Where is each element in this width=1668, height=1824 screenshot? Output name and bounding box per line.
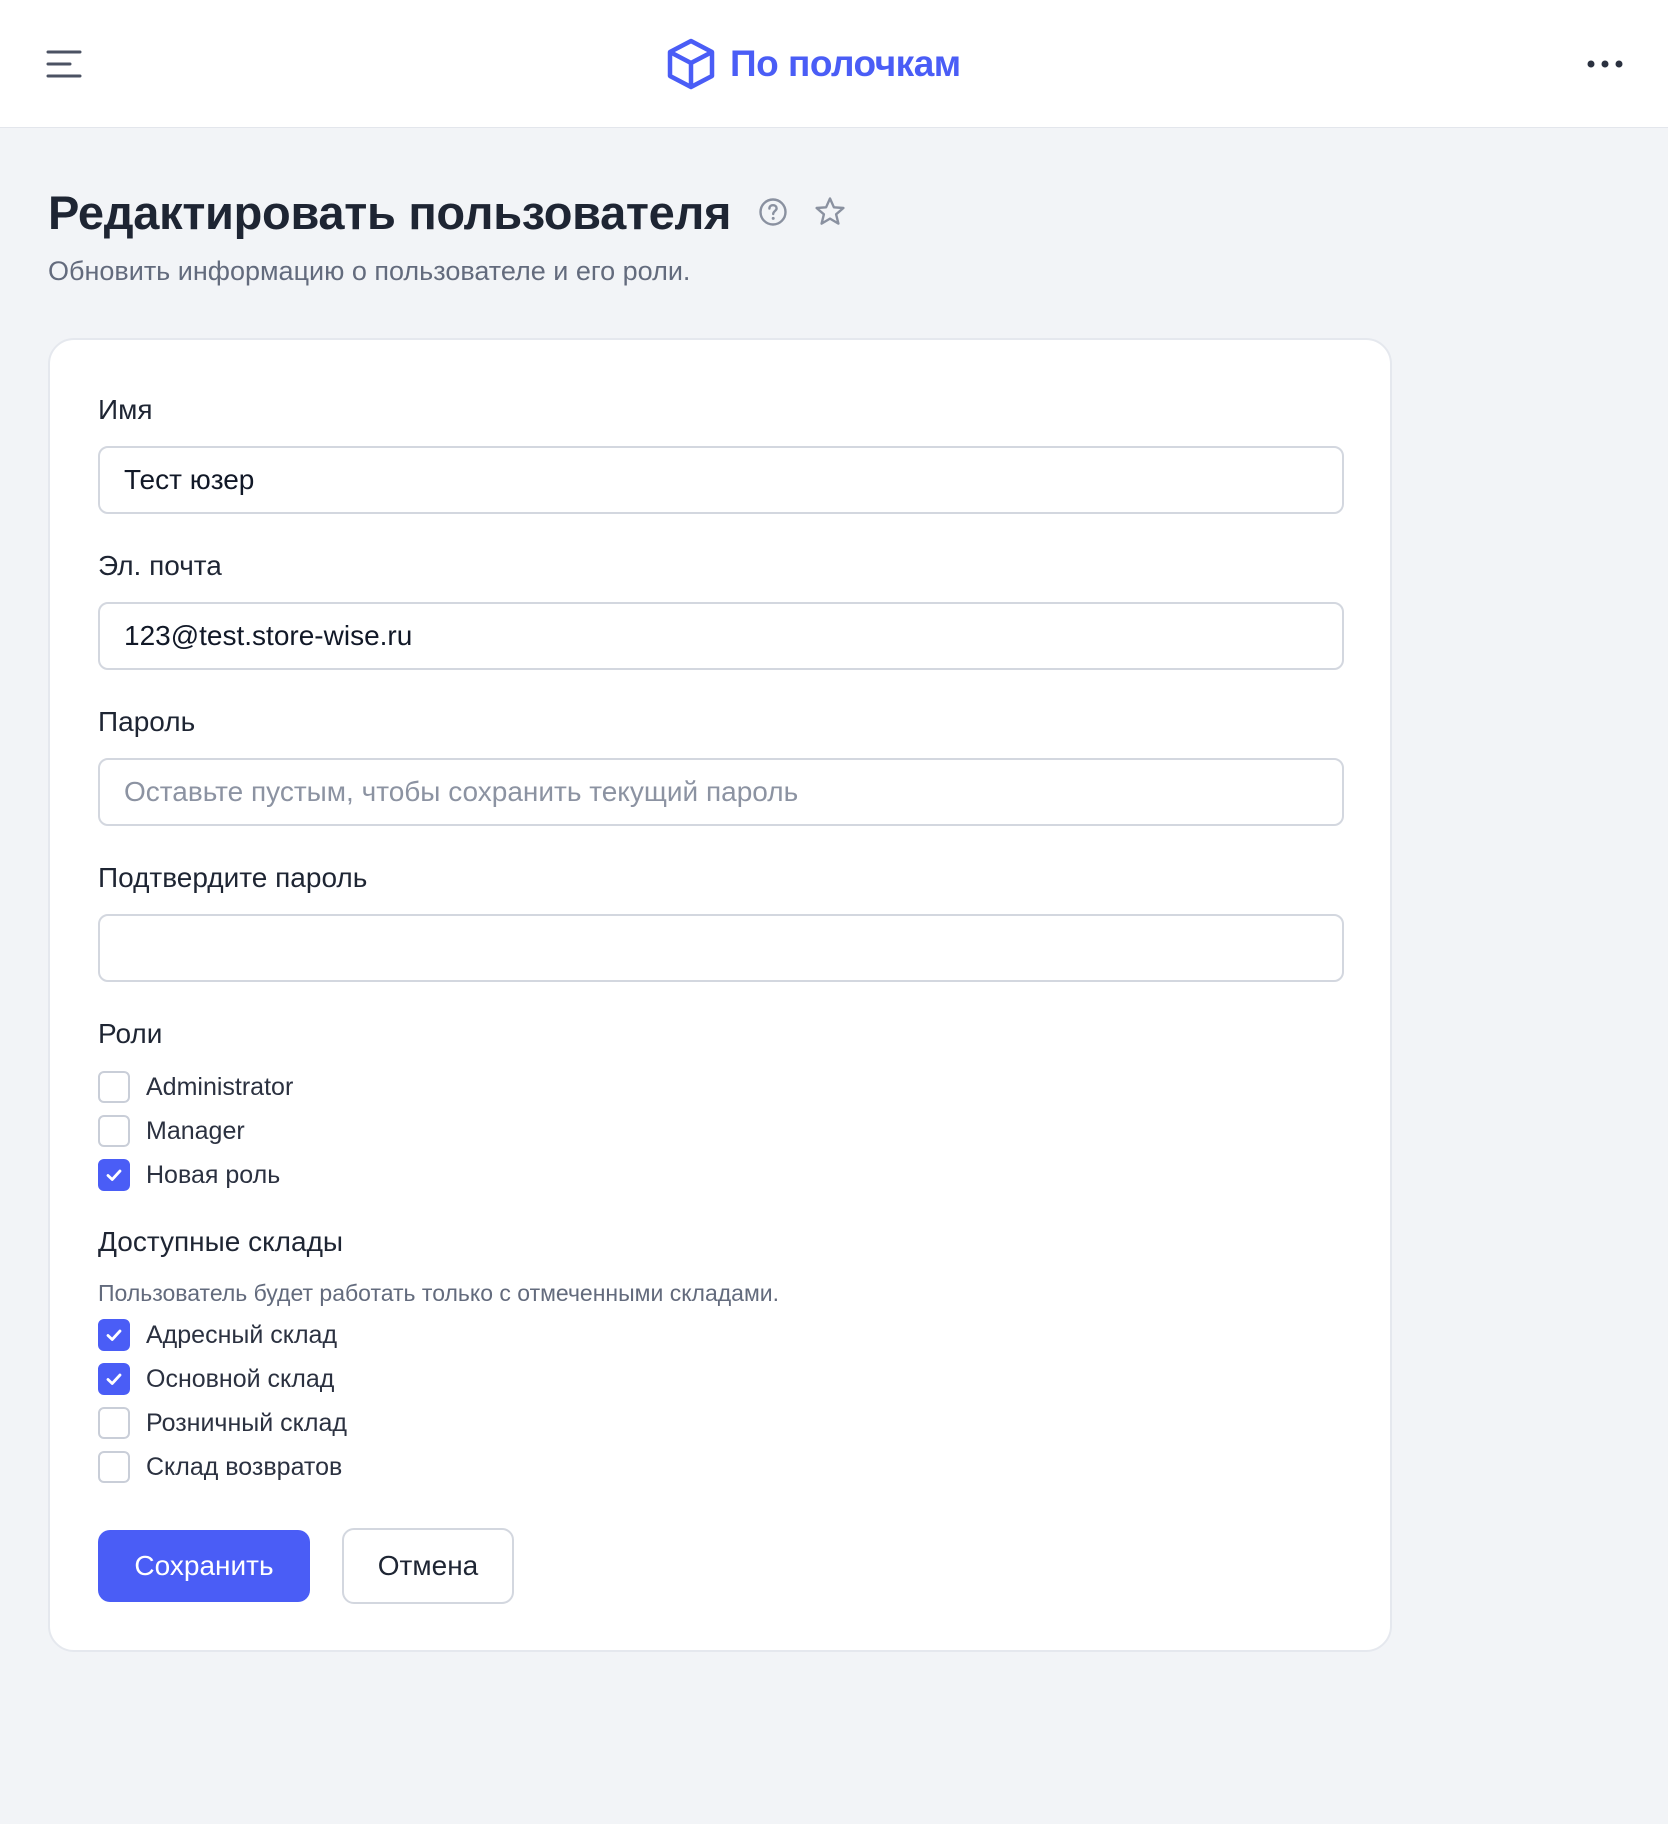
checkmark-icon [106, 1373, 122, 1385]
checkbox[interactable] [98, 1071, 130, 1103]
email-input[interactable] [98, 602, 1344, 670]
warehouses-label: Доступные склады [98, 1226, 344, 1257]
role-label: Administrator [146, 1072, 294, 1101]
name-input[interactable] [98, 446, 1344, 514]
question-circle-icon[interactable] [757, 196, 789, 228]
checkbox[interactable] [98, 1363, 130, 1395]
top-bar: По полочкам [0, 0, 1668, 128]
role-checkbox-manager[interactable]: Manager [98, 1114, 245, 1148]
password-input[interactable] [98, 758, 1344, 826]
checkbox[interactable] [98, 1159, 130, 1191]
role-label: Manager [146, 1116, 245, 1145]
hamburger-menu-icon[interactable] [44, 46, 84, 82]
role-label: Новая роль [146, 1160, 281, 1189]
brand[interactable]: По полочкам [664, 36, 961, 92]
checkbox[interactable] [98, 1115, 130, 1147]
save-button[interactable]: Сохранить [98, 1530, 310, 1602]
edit-user-form: Имя Эл. почта Пароль Подтвердите пароль … [48, 338, 1392, 1652]
checkbox[interactable] [98, 1451, 130, 1483]
warehouse-checkbox-returns[interactable]: Склад возвратов [98, 1450, 342, 1484]
page-subtitle: Обновить информацию о пользователе и его… [48, 256, 691, 286]
checkbox[interactable] [98, 1407, 130, 1439]
cancel-button[interactable]: Отмена [342, 1528, 514, 1604]
confirm-password-input[interactable] [98, 914, 1344, 982]
warehouse-label: Основной склад [146, 1364, 335, 1393]
warehouse-checkbox-retail[interactable]: Розничный склад [98, 1406, 347, 1440]
page-title: Редактировать пользователя [48, 185, 732, 239]
star-icon[interactable] [813, 195, 847, 229]
more-horizontal-icon[interactable] [1580, 44, 1630, 84]
checkbox[interactable] [98, 1319, 130, 1351]
brand-name: По полочкам [730, 43, 961, 84]
name-label: Имя [98, 394, 153, 425]
warehouse-checkbox-address[interactable]: Адресный склад [98, 1318, 337, 1352]
confirm-password-label: Подтвердите пароль [98, 862, 368, 893]
password-label: Пароль [98, 706, 196, 737]
warehouse-checkbox-main[interactable]: Основной склад [98, 1362, 334, 1396]
warehouse-label: Розничный склад [146, 1408, 347, 1437]
role-checkbox-new-role[interactable]: Новая роль [98, 1158, 280, 1192]
warehouses-help-text: Пользователь будет работать только с отм… [98, 1280, 780, 1306]
warehouse-label: Склад возвратов [146, 1452, 343, 1481]
checkmark-icon [106, 1329, 122, 1341]
box-cube-icon [667, 38, 715, 90]
page-header: Редактировать пользователя Обновить инфо… [48, 180, 1348, 287]
roles-label: Роли [98, 1018, 163, 1049]
checkmark-icon [106, 1169, 122, 1181]
email-label: Эл. почта [98, 550, 222, 581]
role-checkbox-administrator[interactable]: Administrator [98, 1070, 293, 1104]
warehouse-label: Адресный склад [146, 1320, 338, 1349]
